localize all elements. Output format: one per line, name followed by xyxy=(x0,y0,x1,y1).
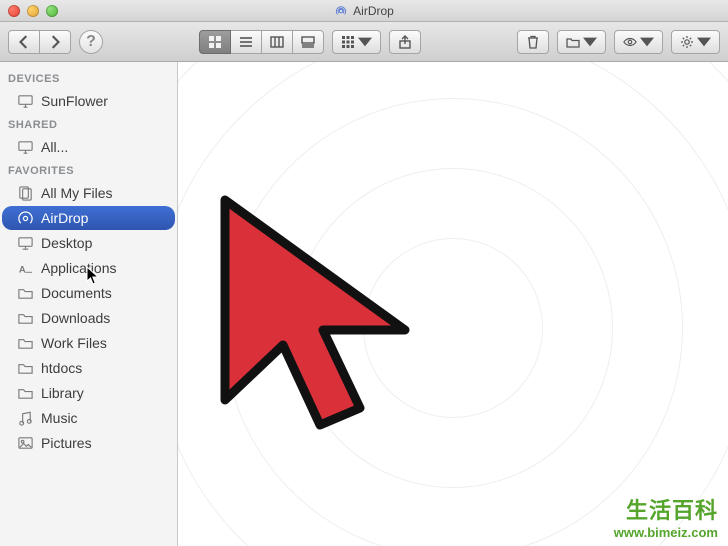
folder-icon xyxy=(16,334,34,352)
sidebar-item-documents[interactable]: Documents xyxy=(2,281,175,305)
section-favorites: FAVORITES xyxy=(0,160,177,180)
view-group xyxy=(199,30,324,54)
desktop-icon xyxy=(16,234,34,252)
sidebar-item-label: SunFlower xyxy=(41,93,108,109)
trash-button[interactable] xyxy=(517,30,549,54)
arrange-button[interactable] xyxy=(332,30,381,54)
watermark-text-cn: 生活百科 xyxy=(614,493,718,525)
sidebar-item-downloads[interactable]: Downloads xyxy=(2,306,175,330)
toolbar: ? xyxy=(0,22,728,62)
eye-icon xyxy=(623,35,637,49)
help-button[interactable]: ? xyxy=(79,30,103,54)
sidebar-item-label: Downloads xyxy=(41,310,110,326)
network-icon xyxy=(16,138,34,156)
applications-icon: A xyxy=(16,259,34,277)
chevron-down-icon xyxy=(640,35,654,49)
sidebar-item-airdrop[interactable]: AirDrop xyxy=(2,206,175,230)
share-icon xyxy=(398,35,412,49)
coverflow-view-button[interactable] xyxy=(293,30,324,54)
forward-button[interactable] xyxy=(40,30,71,54)
new-folder-button[interactable] xyxy=(557,30,606,54)
folder-icon xyxy=(16,309,34,327)
sidebar-item-label: Work Files xyxy=(41,335,107,351)
close-button[interactable] xyxy=(8,5,20,17)
titlebar: AirDrop xyxy=(0,0,728,22)
sidebar-item-library[interactable]: Library xyxy=(2,381,175,405)
sidebar-item-label: Library xyxy=(41,385,84,401)
coverflow-view-icon xyxy=(301,35,315,49)
sidebar-item-htdocs[interactable]: htdocs xyxy=(2,356,175,380)
imac-icon xyxy=(16,92,34,110)
airdrop-icon xyxy=(16,209,34,227)
window-title: AirDrop xyxy=(0,0,728,22)
folder-icon xyxy=(16,384,34,402)
zoom-button[interactable] xyxy=(46,5,58,17)
gear-icon xyxy=(680,35,694,49)
sidebar-item-label: All My Files xyxy=(41,185,113,201)
back-button[interactable] xyxy=(8,30,40,54)
sidebar-item-label: AirDrop xyxy=(41,210,88,226)
sidebar-item-label: Applications xyxy=(41,260,117,276)
sidebar-item-applications[interactable]: A Applications xyxy=(2,256,175,280)
sidebar-item-label: htdocs xyxy=(41,360,82,376)
column-view-icon xyxy=(270,35,284,49)
content-area xyxy=(178,62,728,546)
sidebar-item-desktop[interactable]: Desktop xyxy=(2,231,175,255)
sidebar-item-pictures[interactable]: Pictures xyxy=(2,431,175,455)
sidebar-item-music[interactable]: Music xyxy=(2,406,175,430)
arrange-icon xyxy=(341,35,355,49)
sidebar-item-label: Music xyxy=(41,410,78,426)
sidebar-item-label: Documents xyxy=(41,285,112,301)
list-view-button[interactable] xyxy=(231,30,262,54)
folder-icon xyxy=(16,359,34,377)
nav-group xyxy=(8,30,71,54)
music-icon xyxy=(16,409,34,427)
watermark-url: www.bimeiz.com xyxy=(614,525,718,540)
all-my-files-icon xyxy=(16,184,34,202)
action-button[interactable] xyxy=(671,30,720,54)
sidebar-item-all-shared[interactable]: All... xyxy=(2,135,175,159)
sidebar-item-label: All... xyxy=(41,139,68,155)
folder-icon xyxy=(16,284,34,302)
new-folder-icon xyxy=(566,35,580,49)
sidebar-item-work-files[interactable]: Work Files xyxy=(2,331,175,355)
sidebar-item-label: Desktop xyxy=(41,235,92,251)
chevron-down-icon xyxy=(697,35,711,49)
chevron-down-icon xyxy=(583,35,597,49)
chevron-right-icon xyxy=(48,35,62,49)
pictures-icon xyxy=(16,434,34,452)
sidebar-item-sunflower[interactable]: SunFlower xyxy=(2,89,175,113)
watermark: 生活百科 www.bimeiz.com xyxy=(614,493,718,540)
list-view-icon xyxy=(239,35,253,49)
icon-view-button[interactable] xyxy=(199,30,231,54)
quicklook-button[interactable] xyxy=(614,30,663,54)
section-shared: SHARED xyxy=(0,114,177,134)
sidebar-item-all-my-files[interactable]: All My Files xyxy=(2,181,175,205)
chevron-down-icon xyxy=(358,35,372,49)
chevron-left-icon xyxy=(17,35,31,49)
airdrop-title-icon xyxy=(334,4,348,18)
trash-icon xyxy=(526,35,540,49)
minimize-button[interactable] xyxy=(27,5,39,17)
sidebar: DEVICES SunFlower SHARED All... FAVORITE… xyxy=(0,62,178,546)
section-devices: DEVICES xyxy=(0,68,177,88)
sidebar-item-label: Pictures xyxy=(41,435,92,451)
share-button[interactable] xyxy=(389,30,421,54)
icon-view-icon xyxy=(208,35,222,49)
svg-text:A: A xyxy=(18,264,25,275)
column-view-button[interactable] xyxy=(262,30,293,54)
